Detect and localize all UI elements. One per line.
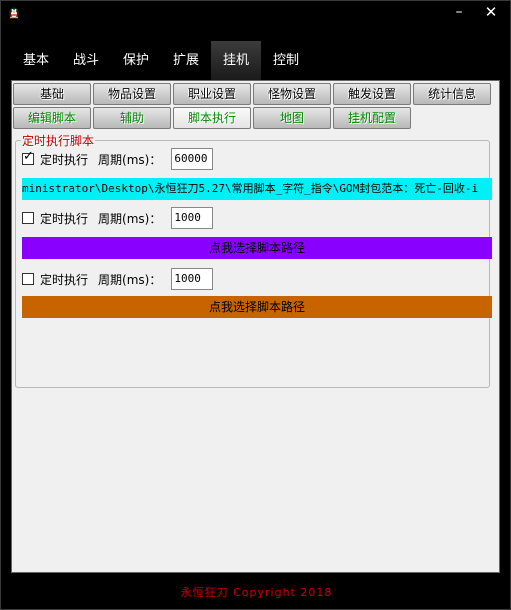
tab-control[interactable]: 控制	[261, 41, 311, 81]
timer-3-checkbox[interactable]	[22, 273, 34, 285]
timer-2-period-input[interactable]: 1000	[171, 207, 214, 229]
timer-1-checkbox[interactable]: ✓	[22, 149, 34, 165]
group-title: 定时执行脚本	[21, 132, 96, 149]
tab-afk[interactable]: 挂机	[211, 41, 261, 81]
subtab-afk-config[interactable]: 挂机配置	[333, 107, 411, 129]
tab-extend[interactable]: 扩展	[161, 41, 211, 81]
subtab-monster-settings[interactable]: 怪物设置	[253, 83, 331, 105]
timer-2-period-label: 周期(ms)：	[98, 211, 162, 226]
timer-1-period-label: 周期(ms)：	[98, 152, 162, 167]
tab-combat[interactable]: 战斗	[61, 41, 111, 81]
script-path-1-field[interactable]: ministrator\Desktop\永恒狂刀5.27\常用脚本_字符_指令\…	[22, 178, 492, 200]
subtab-row-2: 编辑脚本 辅助 脚本执行 地图 挂机配置	[13, 107, 413, 129]
subtab-assist[interactable]: 辅助	[93, 107, 171, 129]
tab-content-panel: 基础 物品设置 职业设置 怪物设置 触发设置 统计信息 编辑脚本 辅助 脚本执行…	[11, 80, 500, 573]
tab-basic[interactable]: 基本	[11, 41, 61, 81]
choose-script-path-2-button[interactable]: 点我选择脚本路径	[22, 237, 492, 259]
subtab-script-exec[interactable]: 脚本执行	[173, 107, 251, 129]
penguin-icon	[9, 7, 19, 19]
subtab-map[interactable]: 地图	[253, 107, 331, 129]
subtab-item-settings[interactable]: 物品设置	[93, 83, 171, 105]
subtab-trigger-settings[interactable]: 触发设置	[333, 83, 411, 105]
timer-1-period-input[interactable]: 60000	[171, 148, 214, 170]
timer-1-label: 定时执行	[40, 152, 89, 167]
timer-3-label: 定时执行	[40, 272, 89, 287]
timer-2-checkbox[interactable]	[22, 212, 34, 224]
subtab-basics[interactable]: 基础	[13, 83, 91, 105]
timer-row-2: 定时执行 周期(ms)： 1000	[22, 207, 214, 229]
minimize-button[interactable]: –	[448, 3, 470, 21]
timer-3-period-label: 周期(ms)：	[98, 272, 162, 287]
timed-script-group: 定时执行脚本 ✓ 定时执行 周期(ms)： 60000 ministrator\…	[15, 132, 492, 388]
subtab-edit-script[interactable]: 编辑脚本	[13, 107, 91, 129]
tab-protect[interactable]: 保护	[111, 41, 161, 81]
subtab-class-settings[interactable]: 职业设置	[173, 83, 251, 105]
close-button[interactable]: ✕	[480, 3, 502, 21]
choose-script-path-3-button[interactable]: 点我选择脚本路径	[22, 296, 492, 318]
app-window: – ✕ 基本 战斗 保护 扩展 挂机 控制 基础 物品设置 职业设置 怪物设置 …	[0, 0, 511, 610]
timer-2-label: 定时执行	[40, 211, 89, 226]
timer-3-period-input[interactable]: 1000	[171, 268, 214, 290]
subtab-statistics[interactable]: 统计信息	[413, 83, 491, 105]
timer-row-1: ✓ 定时执行 周期(ms)： 60000	[22, 148, 214, 170]
subtab-row-1: 基础 物品设置 职业设置 怪物设置 触发设置 统计信息	[13, 83, 493, 105]
copyright-footer: 永恒狂刀 Copyright 2018	[180, 586, 333, 599]
timer-row-3: 定时执行 周期(ms)： 1000	[22, 268, 214, 290]
check-icon: ✓	[23, 149, 34, 164]
main-tab-bar: 基本 战斗 保护 扩展 挂机 控制	[11, 41, 311, 81]
